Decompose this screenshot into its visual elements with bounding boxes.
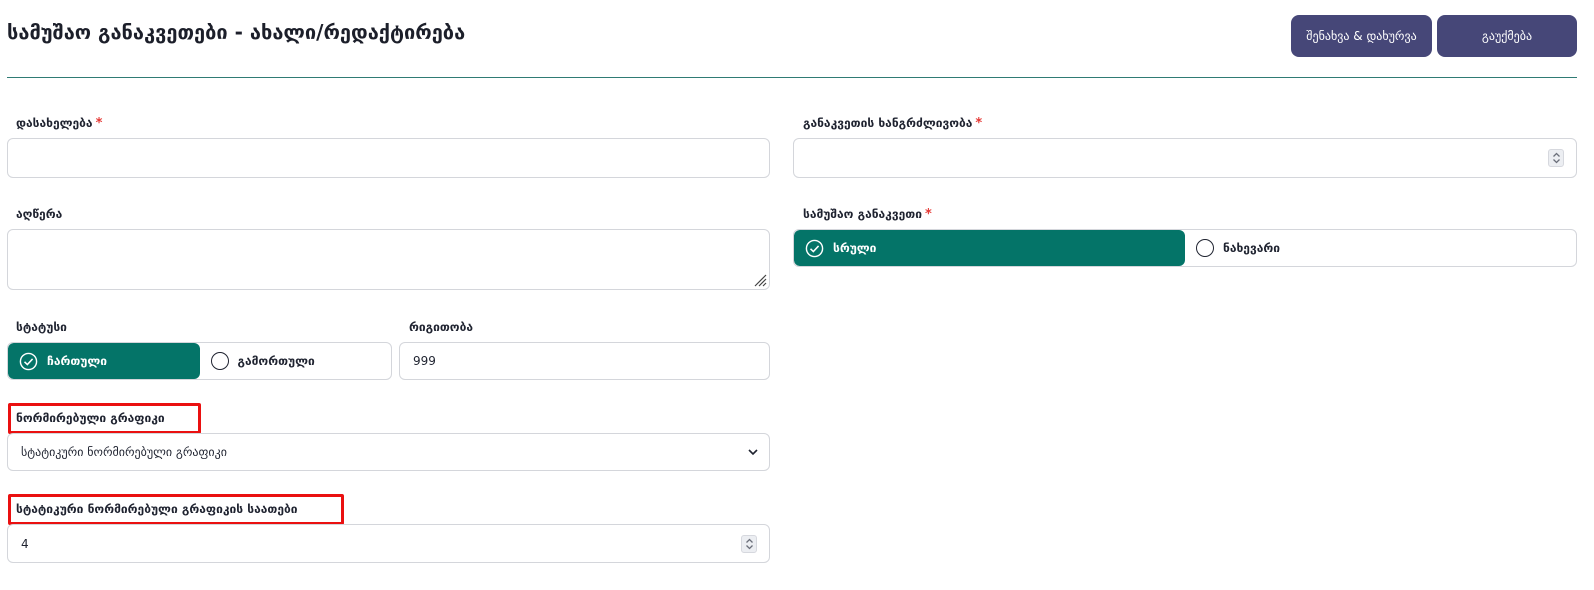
order-input[interactable]: 999 [399, 342, 770, 380]
required-mark: * [975, 116, 983, 131]
required-mark: * [924, 207, 932, 222]
work-rate-option-half[interactable]: ნახევარი [1185, 230, 1576, 266]
name-label: დასახელება * [16, 116, 103, 131]
rate-duration-label: განაკვეთის ხანგრძლივობა * [803, 116, 983, 131]
normative-schedule-select[interactable]: სტატიკური ნორმირებული გრაფიკი [7, 433, 770, 471]
static-schedule-hours-label: სტატიკური ნორმირებული გრაფიკის საათები [16, 502, 298, 516]
resize-grip-icon[interactable] [751, 271, 767, 287]
work-rate-option-label: ნახევარი [1223, 241, 1280, 255]
number-stepper-icon[interactable] [741, 534, 757, 553]
description-label: აღწერა [16, 207, 63, 221]
status-option-off[interactable]: გამორთული [200, 343, 392, 379]
status-label: სტატუსი [16, 320, 67, 334]
status-option-label: გამორთული [237, 354, 315, 368]
radio-circle-icon [1196, 239, 1214, 257]
normative-schedule-label: ნორმირებული გრაფიკი [16, 411, 165, 425]
number-stepper-icon[interactable] [1548, 149, 1564, 167]
check-circle-icon [19, 352, 38, 370]
order-label: რიგითობა [409, 320, 473, 334]
check-circle-icon [805, 239, 824, 257]
cancel-button[interactable]: გაუქმება [1437, 15, 1577, 57]
radio-circle-icon [210, 352, 229, 370]
status-radio-group: ჩართული გამორთული [7, 342, 392, 380]
static-schedule-hours-input[interactable]: 4 [7, 524, 770, 563]
status-option-on[interactable]: ჩართული [8, 343, 200, 379]
work-rate-option-full[interactable]: სრული [794, 230, 1185, 266]
required-mark: * [95, 116, 103, 131]
name-input[interactable] [7, 138, 770, 178]
chevron-down-icon [748, 449, 758, 456]
work-rate-radio-group: სრული ნახევარი [793, 229, 1577, 267]
save-close-button[interactable]: შენახვა & დახურვა [1291, 15, 1432, 57]
page: სამუშაო განაკვეთები - ახალი/რედაქტირება … [0, 0, 1594, 590]
description-textarea[interactable] [7, 229, 770, 290]
static-schedule-hours-value: 4 [21, 536, 29, 551]
work-rate-label: სამუშაო განაკვეთი * [803, 207, 932, 222]
header-divider [7, 77, 1577, 78]
normative-schedule-selected: სტატიკური ნორმირებული გრაფიკი [21, 445, 227, 459]
rate-duration-input[interactable] [793, 138, 1577, 178]
work-rate-option-label: სრული [833, 241, 877, 255]
page-title: სამუშაო განაკვეთები - ახალი/რედაქტირება [7, 20, 466, 44]
status-option-label: ჩართული [47, 354, 108, 368]
